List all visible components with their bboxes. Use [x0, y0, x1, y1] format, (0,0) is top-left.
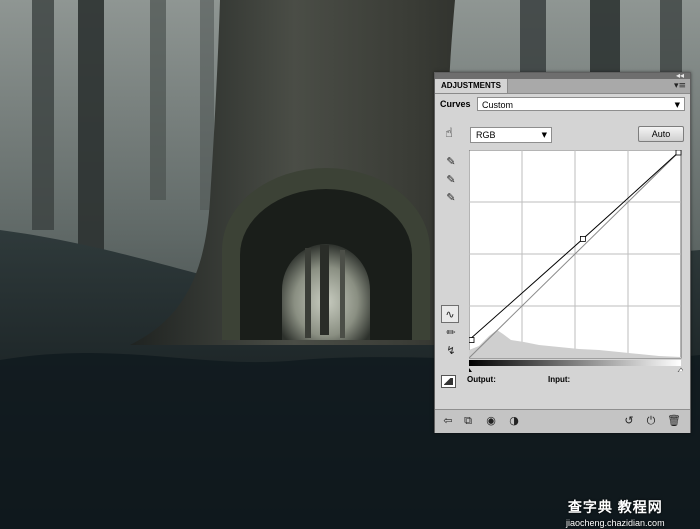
reset-icon[interactable]: ↺	[622, 414, 636, 428]
curve-control-point[interactable]	[579, 236, 586, 242]
panel-footer: ⇦ ⧉ ◉ ◑ ↺ ⏻ 🗑	[435, 409, 690, 433]
clip-to-layer-icon[interactable]: ⧉	[461, 414, 475, 428]
white-point-eyedropper-icon[interactable]: ✎	[444, 191, 458, 205]
curve-control-point[interactable]	[675, 150, 682, 156]
toggle-icon[interactable]: ⏻	[644, 414, 658, 428]
panel-menu-icon[interactable]: ▾≡	[674, 80, 686, 92]
auto-button[interactable]: Auto	[638, 126, 684, 142]
preset-dropdown[interactable]: Custom ▼	[477, 97, 685, 111]
output-label: Output:	[467, 375, 496, 384]
return-arrow-icon[interactable]: ⇦	[441, 414, 455, 428]
input-gradient-bar	[469, 360, 681, 366]
black-point-eyedropper-icon[interactable]: ✎	[444, 155, 458, 169]
adjustments-panel: ◂◂ ADJUSTMENTS ▾≡ Curves Custom ▼ ☝ RGB …	[434, 72, 691, 433]
curve-points-icon[interactable]: ∿	[441, 305, 459, 323]
preset-value: Custom	[482, 100, 514, 110]
channel-dropdown[interactable]: RGB ▼	[470, 127, 552, 143]
smooth-icon[interactable]: ↯	[444, 344, 458, 358]
watermark-line1: 查字典 教程网	[567, 499, 663, 515]
black-slider-handle[interactable]	[469, 368, 472, 372]
curves-title-row: Curves Custom ▼	[439, 97, 686, 113]
chevron-down-icon: ▼	[674, 101, 680, 109]
clipping-display-icon[interactable]	[441, 375, 456, 388]
delete-icon[interactable]: 🗑	[667, 414, 681, 428]
visibility-eye-icon[interactable]: ◉	[484, 414, 498, 428]
view-previous-icon[interactable]: ◑	[507, 414, 521, 428]
pencil-icon[interactable]: ✏	[444, 326, 458, 340]
curves-graph[interactable]	[469, 150, 683, 372]
white-slider-handle[interactable]	[677, 367, 683, 372]
chevron-down-icon: ▼	[541, 131, 547, 139]
channel-value: RGB	[476, 130, 496, 140]
hand-target-icon[interactable]: ☝	[441, 126, 457, 142]
curve-control-point[interactable]	[469, 337, 475, 343]
tab-adjustments[interactable]: ADJUSTMENTS	[435, 79, 509, 93]
gray-point-eyedropper-icon[interactable]: ✎	[444, 173, 458, 187]
panel-tab-strip: ADJUSTMENTS ▾≡	[435, 79, 690, 94]
adjustment-title: Curves	[440, 99, 471, 109]
watermark: 查字典 教程网 jiaocheng.chazidian.com	[566, 497, 665, 528]
watermark-line2: jiaocheng.chazidian.com	[566, 518, 665, 528]
input-label: Input:	[548, 375, 571, 384]
